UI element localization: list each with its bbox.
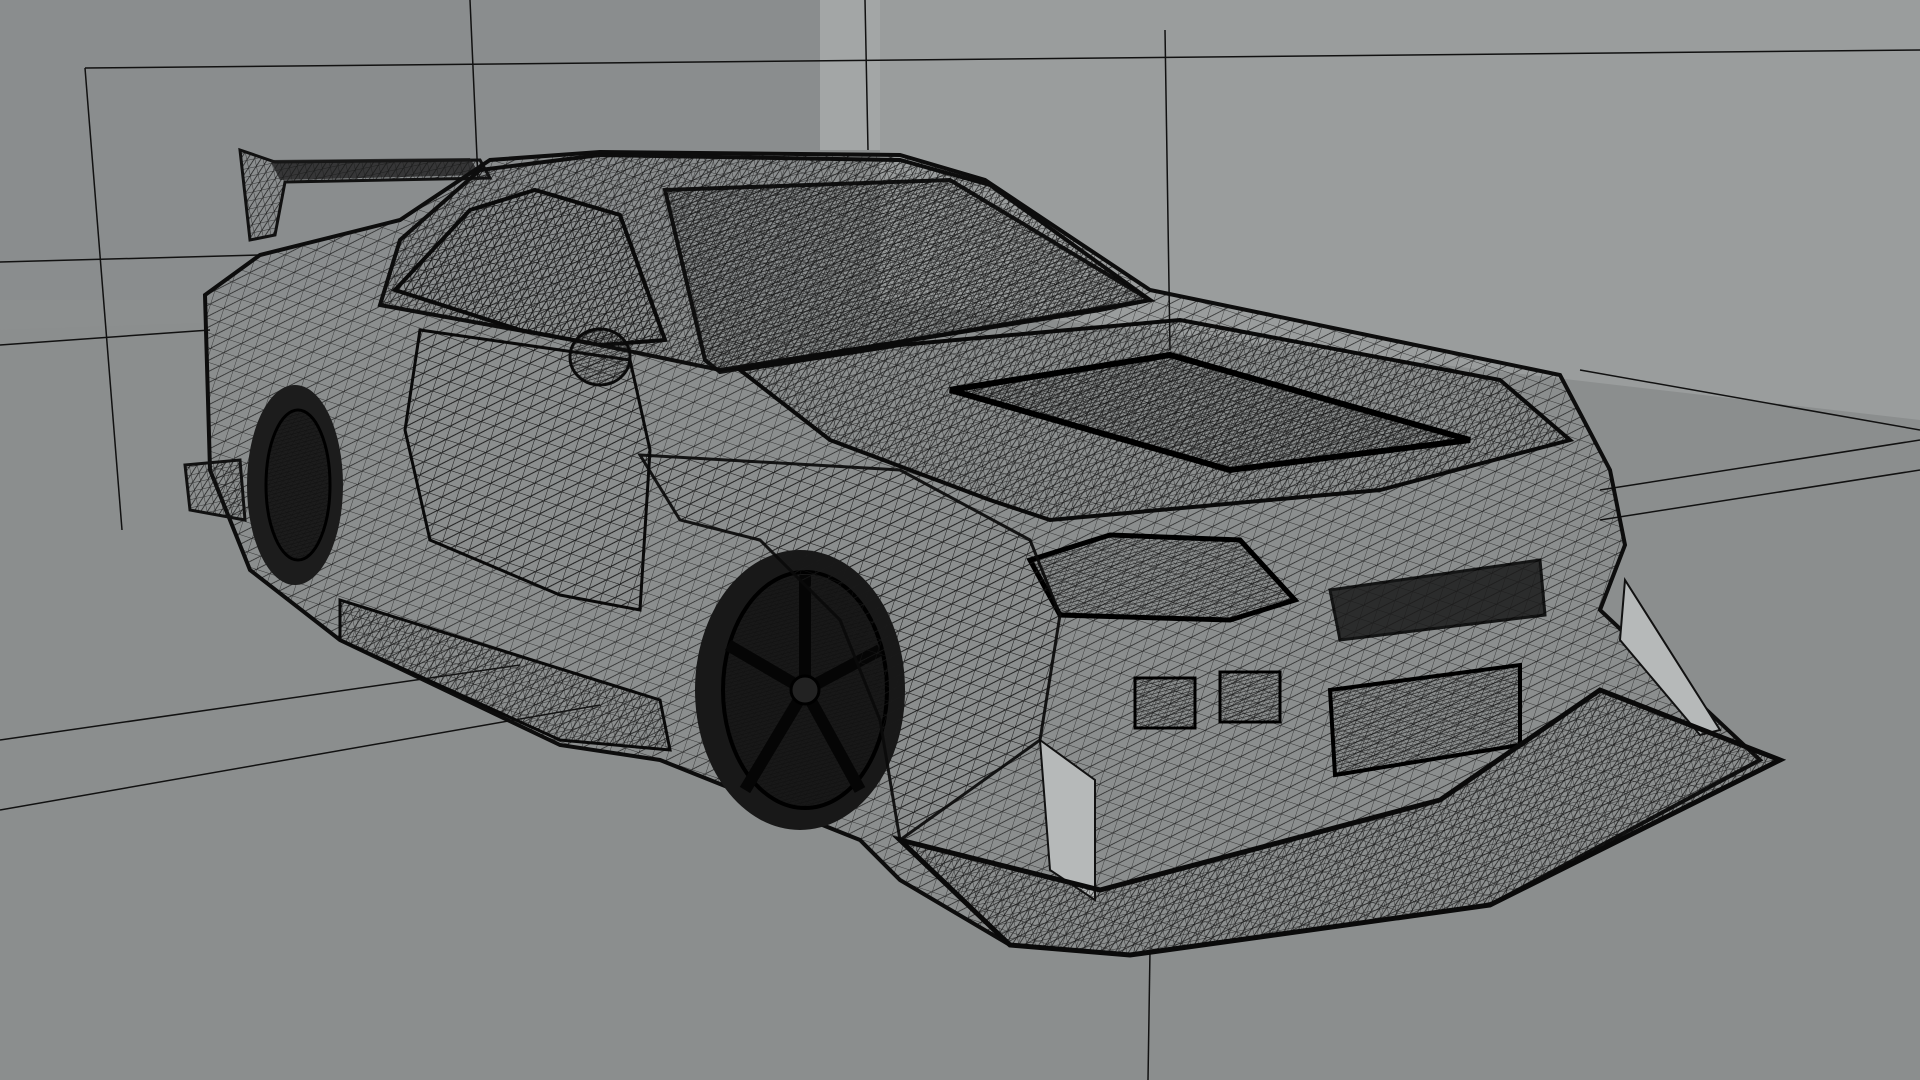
- side-mirror: [568, 327, 632, 387]
- rear-diffuser: [183, 458, 247, 522]
- fog-light-right: [1218, 670, 1282, 724]
- fog-light-left: [1133, 676, 1197, 730]
- 3d-viewport[interactable]: [0, 0, 1920, 1080]
- rear-wheel: [247, 385, 343, 585]
- wall-pillar: [820, 0, 880, 150]
